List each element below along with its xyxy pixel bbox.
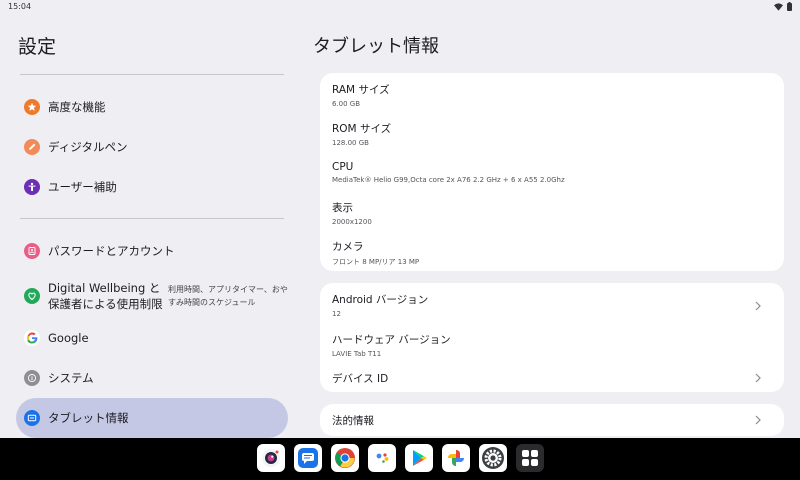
android-version-value: 12 <box>332 310 341 318</box>
chrome-app-icon[interactable] <box>331 444 359 472</box>
android-version-title: Android バージョン <box>332 294 429 306</box>
sidebar-item-accessibility[interactable]: ユーザー補助 <box>16 167 288 207</box>
android-version-row[interactable]: Android バージョン 12 <box>332 292 772 320</box>
chevron-right-icon <box>755 415 761 425</box>
battery-icon <box>787 2 792 11</box>
page-title: タブレット情報 <box>313 36 439 57</box>
rom-size-value: 128.00 GB <box>332 139 369 147</box>
accessibility-icon <box>24 179 40 195</box>
sidebar-item-label: 高度な機能 <box>48 100 106 114</box>
display-row[interactable]: 表示 2000x1200 <box>332 200 772 226</box>
sidebar-item-summary: 利用時間、アプリタイマー、おやすみ時間のスケジュール <box>168 285 288 307</box>
camera-title: カメラ <box>332 241 364 253</box>
settings-app-icon[interactable] <box>479 444 507 472</box>
sidebar-item-system[interactable]: システム <box>16 358 288 398</box>
status-time: 15:04 <box>8 2 32 11</box>
account-box-icon <box>24 243 40 259</box>
legal-info-row[interactable]: 法的情報 <box>332 413 772 427</box>
version-card: Android バージョン 12 ハードウェア バージョン LAVIE Tab … <box>320 283 784 392</box>
hardware-version-title: ハードウェア バージョン <box>332 334 451 346</box>
system-icons <box>774 2 792 11</box>
sidebar-item-label: タブレット情報 <box>48 411 129 425</box>
photos-app-icon[interactable] <box>442 444 470 472</box>
messages-app-icon[interactable] <box>294 444 322 472</box>
sidebar-item-label: Google <box>48 331 89 345</box>
app-drawer-icon[interactable] <box>516 444 544 472</box>
legal-info-card[interactable]: 法的情報 <box>320 404 784 436</box>
sidebar-item-digital-wellbeing[interactable]: Digital Wellbeing と保護者による使用制限 利用時間、アプリタイ… <box>16 274 288 318</box>
sidebar-item-advanced-features[interactable]: 高度な機能 <box>16 87 288 127</box>
assistant-app-icon[interactable] <box>368 444 396 472</box>
ram-size-value: 6.00 GB <box>332 100 361 108</box>
wellbeing-icon <box>24 288 40 304</box>
settings-sidebar: 設定 高度な機能 ディジタルペン ユーザー補助 パスワードとアカウント Digi… <box>0 14 300 438</box>
sidebar-item-label: システム <box>48 371 94 385</box>
cpu-title: CPU <box>332 161 354 173</box>
camera-row[interactable]: カメラ フロント 8 MP/リア 13 MP <box>332 239 772 267</box>
sidebar-item-label: ユーザー補助 <box>48 180 117 194</box>
hardware-version-row[interactable]: ハードウェア バージョン LAVIE Tab T11 <box>332 332 772 358</box>
camera-app-icon[interactable] <box>257 444 285 472</box>
camera-value: フロント 8 MP/リア 13 MP <box>332 258 420 266</box>
star-icon <box>24 99 40 115</box>
display-value: 2000x1200 <box>332 218 372 226</box>
hardware-version-value: LAVIE Tab T11 <box>332 350 382 358</box>
pen-icon <box>24 139 40 155</box>
app-dock <box>257 444 544 472</box>
settings-title: 設定 <box>18 36 57 58</box>
rom-size-row[interactable]: ROM サイズ 128.00 GB <box>332 121 772 147</box>
display-title: 表示 <box>332 202 353 214</box>
sidebar-divider <box>20 218 284 219</box>
ram-size-row[interactable]: RAM サイズ 6.00 GB <box>332 82 772 108</box>
sidebar-item-digital-pen[interactable]: ディジタルペン <box>16 127 288 167</box>
hardware-spec-card: RAM サイズ 6.00 GB ROM サイズ 128.00 GB CPU Me… <box>320 73 784 271</box>
sidebar-item-google[interactable]: Google <box>16 318 288 358</box>
status-bar: 15:04 <box>0 0 800 14</box>
sidebar-item-label: ディジタルペン <box>48 140 128 154</box>
legal-info-title: 法的情報 <box>332 415 374 427</box>
google-icon <box>24 330 40 346</box>
sidebar-item-tablet-info[interactable]: タブレット情報 <box>16 398 288 438</box>
device-id-row[interactable]: デバイス ID <box>332 371 772 385</box>
play-store-app-icon[interactable] <box>405 444 433 472</box>
wifi-icon <box>774 2 783 11</box>
chevron-right-icon <box>755 373 761 383</box>
rom-size-title: ROM サイズ <box>332 123 392 135</box>
info-icon <box>24 370 40 386</box>
sidebar-divider <box>20 74 284 75</box>
cpu-value: MediaTek® Helio G99,Octa core 2x A76 2.2… <box>332 176 565 184</box>
tablet-icon <box>24 410 40 426</box>
device-id-title: デバイス ID <box>332 373 389 385</box>
sidebar-item-label: Digital Wellbeing と保護者による使用制限 <box>48 281 163 311</box>
ram-size-title: RAM サイズ <box>332 84 390 96</box>
sidebar-item-label: パスワードとアカウント <box>48 244 175 258</box>
chevron-right-icon <box>755 301 761 311</box>
sidebar-item-passwords-accounts[interactable]: パスワードとアカウント <box>16 231 288 271</box>
cpu-row[interactable]: CPU MediaTek® Helio G99,Octa core 2x A76… <box>332 161 772 184</box>
